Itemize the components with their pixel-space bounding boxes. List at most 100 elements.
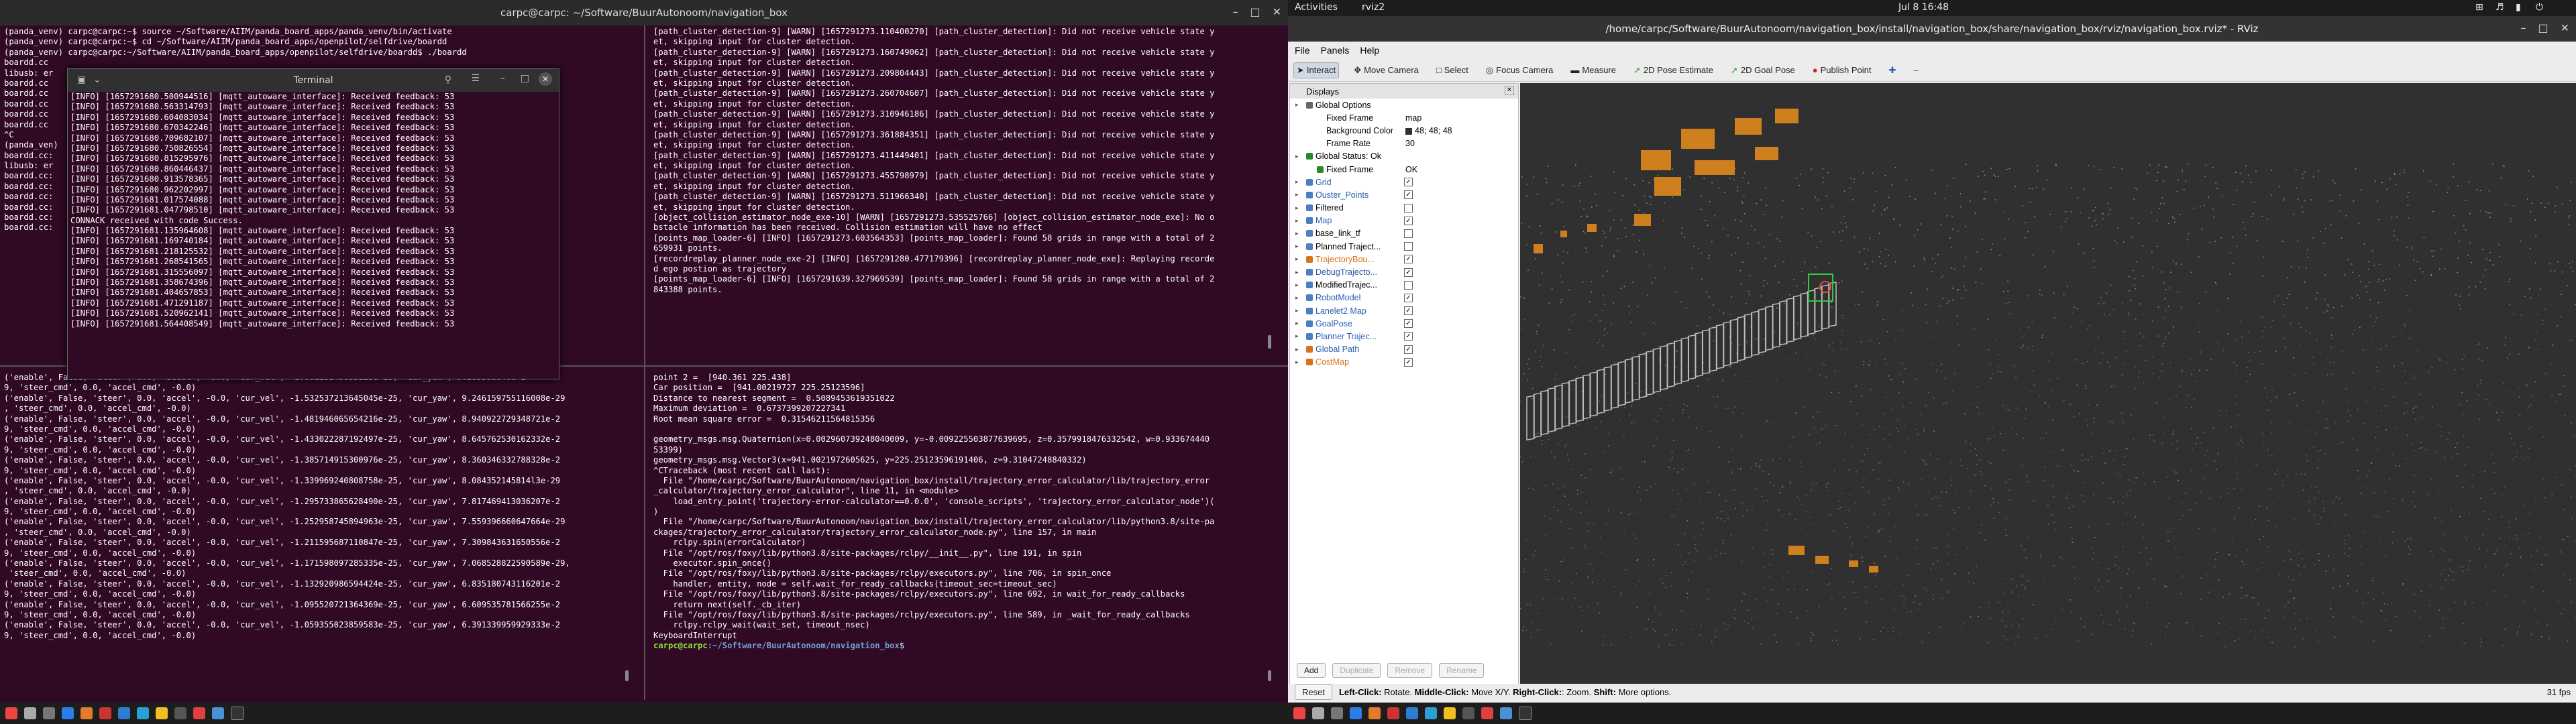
display-value[interactable]: OK bbox=[1405, 165, 1417, 174]
display-enable-checkbox[interactable] bbox=[1404, 229, 1413, 238]
display-item[interactable]: ▸ Filtered bbox=[1290, 202, 1518, 215]
expand-arrow-icon[interactable]: ▸ bbox=[1295, 346, 1299, 353]
rviz-3d-viewport[interactable] bbox=[1520, 83, 2576, 684]
terminal-app-icon[interactable] bbox=[231, 707, 244, 720]
display-enable-checkbox[interactable] bbox=[1404, 242, 1413, 251]
expand-arrow-icon[interactable]: ▸ bbox=[1295, 333, 1299, 340]
app-icon[interactable] bbox=[1331, 707, 1343, 719]
display-enable-checkbox[interactable]: ✓ bbox=[1404, 255, 1413, 264]
displays-tree[interactable]: ▸ Global Options Fixed Frame map Background … bbox=[1290, 99, 1518, 367]
expand-arrow-icon[interactable]: ▸ bbox=[1295, 153, 1299, 160]
display-item[interactable]: ▸ GoalPose ✓ bbox=[1290, 317, 1518, 330]
display-item[interactable]: ▸ CostMap ✓ bbox=[1290, 356, 1518, 369]
display-item[interactable]: Fixed Frame OK bbox=[1290, 163, 1518, 176]
expand-arrow-icon[interactable]: ▸ bbox=[1295, 191, 1299, 198]
app-icon[interactable] bbox=[5, 707, 17, 719]
app-icon[interactable] bbox=[1425, 707, 1437, 719]
floating-terminal-window[interactable]: ▣ ⌄ Terminal ⚲ ☰ – □ ✕ [INFO] [165729168… bbox=[67, 68, 559, 379]
terminal-pane-bottom-left[interactable]: ('enable', False, 'steer', 0.0, 'accel',… bbox=[4, 373, 640, 685]
app-icon[interactable] bbox=[1350, 707, 1362, 719]
expand-arrow-icon[interactable]: ▸ bbox=[1295, 243, 1299, 250]
display-enable-checkbox[interactable]: ✓ bbox=[1404, 319, 1413, 328]
scrollbar[interactable] bbox=[625, 670, 629, 681]
rename-button[interactable]: Rename bbox=[1439, 663, 1485, 678]
display-item[interactable]: ▸ Map ✓ bbox=[1290, 215, 1518, 227]
display-item[interactable]: Background Color 48; 48; 48 bbox=[1290, 124, 1518, 137]
new-tab-icon[interactable]: ▣ bbox=[77, 74, 86, 85]
display-item[interactable]: ▸ Global Status: Ok bbox=[1290, 150, 1518, 163]
display-enable-checkbox[interactable]: ✓ bbox=[1404, 306, 1413, 316]
display-value-cell[interactable]: 30 bbox=[1405, 139, 1415, 148]
terminal-pane-bottom-right[interactable]: point 2 = [940.361 225.438] Car position … bbox=[653, 373, 1271, 685]
scrollbar[interactable] bbox=[1268, 335, 1271, 349]
display-item[interactable]: ▸ Grid ✓ bbox=[1290, 176, 1518, 188]
color-swatch[interactable] bbox=[1405, 127, 1412, 135]
tool-remove[interactable]: – bbox=[1911, 63, 1921, 77]
tool-select[interactable]: □ Select bbox=[1434, 63, 1471, 77]
display-item[interactable]: Fixed Frame map bbox=[1290, 111, 1518, 124]
app-icon[interactable] bbox=[1444, 707, 1456, 719]
app-icon[interactable] bbox=[1462, 707, 1474, 719]
display-item[interactable]: ▸ DebugTrajecto... ✓ bbox=[1290, 265, 1518, 278]
minimize-icon[interactable]: – bbox=[500, 73, 505, 84]
terminal-app-icon[interactable] bbox=[1519, 707, 1532, 720]
menu-help[interactable]: Help bbox=[1360, 45, 1379, 56]
close-icon[interactable]: ✕ bbox=[1273, 5, 1281, 18]
battery-icon[interactable]: ▮ bbox=[2516, 2, 2521, 13]
minimize-icon[interactable]: – bbox=[2520, 21, 2526, 34]
point-cloud-render[interactable] bbox=[1520, 83, 2576, 684]
display-enable-checkbox[interactable]: ✓ bbox=[1404, 216, 1413, 225]
close-icon[interactable]: ✕ bbox=[1505, 86, 1514, 95]
display-value-cell[interactable]: map bbox=[1405, 113, 1421, 123]
remove-button[interactable]: Remove bbox=[1387, 663, 1433, 678]
expand-arrow-icon[interactable]: ▸ bbox=[1295, 359, 1299, 366]
clock[interactable]: Jul 8 16:48 bbox=[1898, 2, 1949, 13]
app-icon[interactable] bbox=[43, 707, 55, 719]
app-icon[interactable] bbox=[80, 707, 93, 719]
display-enable-checkbox[interactable]: ✓ bbox=[1404, 345, 1413, 354]
display-value-cell[interactable]: OK bbox=[1405, 165, 1417, 174]
expand-arrow-icon[interactable]: ▸ bbox=[1295, 101, 1299, 109]
close-icon[interactable]: ✕ bbox=[2561, 21, 2569, 34]
display-enable-checkbox[interactable]: ✓ bbox=[1404, 190, 1413, 200]
display-enable-checkbox[interactable]: ✓ bbox=[1404, 293, 1413, 302]
display-enable-checkbox[interactable]: ✓ bbox=[1404, 267, 1413, 277]
menu-panels[interactable]: Panels bbox=[1321, 45, 1350, 56]
display-item[interactable]: ▸ Ouster_Points ✓ bbox=[1290, 188, 1518, 201]
tool-move-camera[interactable]: ✥ Move Camera bbox=[1351, 63, 1421, 78]
expand-arrow-icon[interactable]: ▸ bbox=[1295, 307, 1299, 314]
display-item[interactable]: ▸ Planner Trajec... ✓ bbox=[1290, 330, 1518, 343]
display-value[interactable]: 48; 48; 48 bbox=[1415, 126, 1452, 135]
display-item[interactable]: ▸ Lanelet2 Map ✓ bbox=[1290, 304, 1518, 317]
app-icon[interactable] bbox=[99, 707, 111, 719]
app-icon[interactable] bbox=[1387, 707, 1399, 719]
close-icon[interactable]: ✕ bbox=[539, 72, 552, 86]
display-item[interactable]: ▸ TrajectoryBou... ✓ bbox=[1290, 253, 1518, 265]
display-enable-checkbox[interactable] bbox=[1404, 203, 1413, 213]
maximize-icon[interactable]: □ bbox=[1250, 5, 1260, 18]
chevron-down-icon[interactable]: ⌄ bbox=[93, 74, 101, 85]
display-item[interactable]: ▸ base_link_tf bbox=[1290, 227, 1518, 240]
app-icon[interactable] bbox=[137, 707, 149, 719]
tool-publish-point[interactable]: ● Publish Point bbox=[1810, 63, 1874, 77]
expand-arrow-icon[interactable]: ▸ bbox=[1295, 320, 1299, 327]
expand-arrow-icon[interactable]: ▸ bbox=[1295, 217, 1299, 225]
display-item[interactable]: ▸ Global Path ✓ bbox=[1290, 343, 1518, 356]
expand-arrow-icon[interactable]: ▸ bbox=[1295, 269, 1299, 276]
display-enable-checkbox[interactable]: ✓ bbox=[1404, 332, 1413, 341]
power-icon[interactable]: ⏻ bbox=[2536, 2, 2543, 13]
display-item[interactable]: ▸ Planned Traject... bbox=[1290, 240, 1518, 253]
tool-measure[interactable]: ▬ Measure bbox=[1568, 63, 1619, 77]
app-icon[interactable] bbox=[193, 707, 205, 719]
maximize-icon[interactable]: □ bbox=[2538, 21, 2548, 34]
app-icon[interactable] bbox=[62, 707, 74, 719]
tool-2d-goal-pose[interactable]: ➚ 2D Goal Pose bbox=[1728, 63, 1798, 78]
display-item[interactable]: ▸ RobotModel ✓ bbox=[1290, 292, 1518, 304]
app-icon[interactable] bbox=[156, 707, 168, 719]
tool-focus-camera[interactable]: ◎ Focus Camera bbox=[1483, 63, 1556, 78]
maximize-icon[interactable]: □ bbox=[521, 73, 529, 84]
display-value[interactable]: 30 bbox=[1405, 139, 1415, 148]
floating-terminal-output[interactable]: [INFO] [1657291680.500944516] [mqtt_auto… bbox=[68, 92, 556, 379]
display-item[interactable]: ▸ ModifiedTrajec... bbox=[1290, 279, 1518, 292]
app-icon[interactable] bbox=[1312, 707, 1324, 719]
